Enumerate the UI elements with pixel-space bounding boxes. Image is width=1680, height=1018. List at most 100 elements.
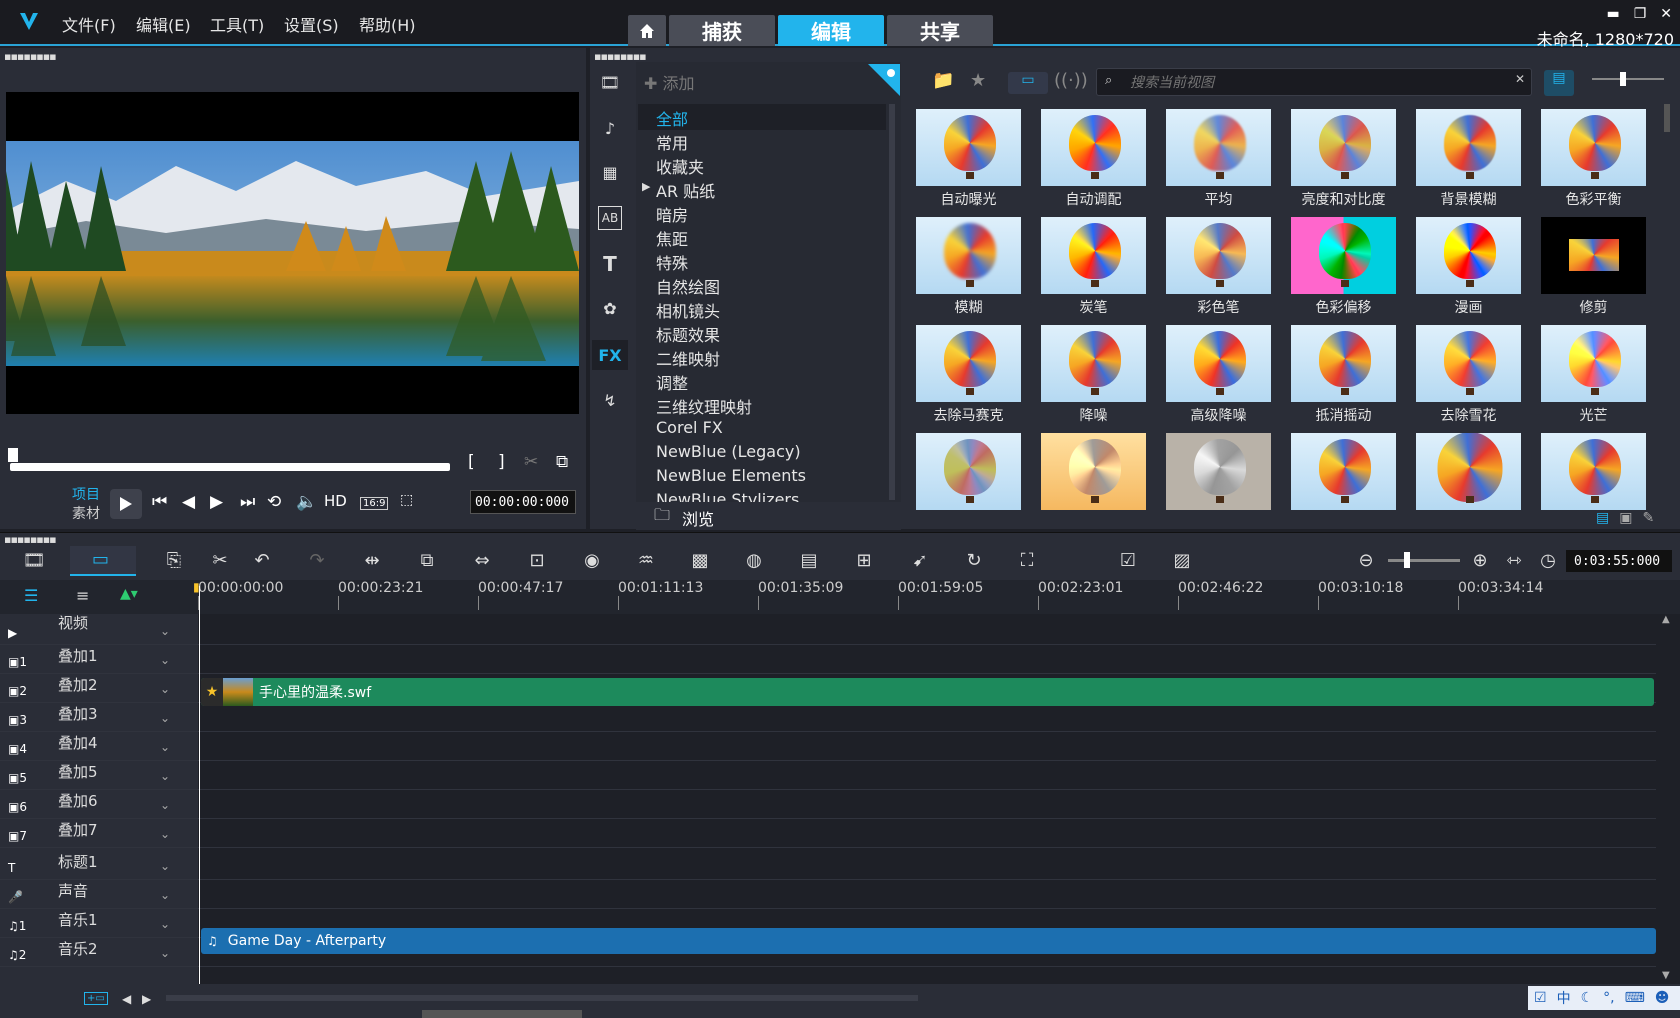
filter-tile[interactable] [1031, 428, 1156, 512]
category-item[interactable]: 自然绘图 [656, 274, 720, 298]
icon-view-icon[interactable]: ▣ [1619, 510, 1632, 526]
pin-icon[interactable] [868, 64, 900, 96]
stop-motion-icon[interactable]: ↻ [962, 550, 986, 571]
track-type-icon[interactable]: ▶ [8, 626, 17, 640]
copy-clip-icon[interactable]: ⎘ [162, 550, 186, 571]
repeat-icon[interactable]: ⟲ [267, 492, 281, 512]
category-scrollbar[interactable] [889, 104, 895, 500]
filter-tile[interactable] [1281, 428, 1406, 512]
grid-scrollbar[interactable] [1664, 104, 1670, 132]
thumbnail-size-slider[interactable] [1592, 78, 1664, 80]
add-track-icon[interactable]: +▭ [84, 992, 108, 1005]
home-tab[interactable] [628, 15, 666, 46]
motion-path-icon[interactable]: ↯ [598, 388, 622, 412]
add-chapter-icon[interactable]: ≡ [76, 586, 89, 605]
audio-clip[interactable]: ♫ Game Day - Afterparty [201, 928, 1656, 954]
undo-icon[interactable]: ↶ [250, 550, 274, 571]
instant-project-icon[interactable]: ♪ [598, 116, 622, 140]
split-clip-icon[interactable]: ⇔ [470, 550, 494, 571]
multi-camera-icon[interactable]: ⊞ [852, 550, 876, 571]
category-item[interactable]: 调整 [656, 370, 688, 394]
clear-search-icon[interactable]: ✕ [1515, 72, 1525, 86]
storyboard-view-icon[interactable]: 🎞 [22, 550, 46, 571]
category-item[interactable]: 特殊 [656, 250, 688, 274]
filter-tile[interactable] [1156, 428, 1281, 512]
track-expand-icon[interactable]: ⌄ [160, 946, 170, 960]
cut-clip-icon[interactable]: ✂ [524, 452, 538, 472]
painting-creator-icon[interactable]: ▨ [1170, 550, 1194, 571]
panel-grip-icon[interactable]: ▪▪▪▪▪▪▪▪ [4, 533, 57, 546]
track-type-icon[interactable]: ▣4 [8, 742, 27, 756]
category-item[interactable]: 暗房 [656, 202, 688, 226]
filter-tile[interactable] [1406, 428, 1531, 512]
ime-keyboard-icon[interactable]: ⌨ [1625, 990, 1645, 1006]
panel-grip-icon[interactable]: ▪▪▪▪▪▪▪▪ [4, 50, 57, 63]
filter-fx-icon[interactable]: FX [592, 340, 628, 370]
zoom-slider-knob[interactable] [1404, 552, 1410, 568]
filter-tile[interactable]: 高级降噪 [1156, 320, 1281, 428]
edit-view-icon[interactable]: ✎ [1642, 510, 1654, 526]
ime-language[interactable]: 中 [1557, 988, 1571, 1008]
clip-mode-label[interactable]: 素材 [72, 503, 100, 523]
track-type-icon[interactable]: ▣3 [8, 713, 27, 727]
playhead-line[interactable] [199, 586, 200, 986]
playhead-marker-icon[interactable]: ▮ [193, 580, 200, 594]
track-expand-icon[interactable]: ⌄ [160, 653, 170, 667]
enable-ripple-icon[interactable]: ▲▾ [120, 586, 138, 602]
track-type-icon[interactable]: ♫2 [8, 948, 26, 962]
track-type-icon[interactable]: ♫1 [8, 919, 26, 933]
track-manager-icon[interactable]: ☰ [24, 586, 38, 605]
thumbnail-size-knob[interactable] [1620, 72, 1626, 86]
category-item[interactable]: NewBlue Elements [656, 466, 806, 485]
auto-music-icon[interactable]: ▩ [688, 550, 712, 571]
zoom-slider[interactable] [1388, 559, 1460, 562]
crop-tool-icon[interactable]: ⬚ [400, 492, 413, 508]
scrub-bar[interactable] [10, 463, 450, 471]
filter-tile[interactable]: 降噪 [1031, 320, 1156, 428]
fit-project-icon[interactable]: ⇿ [1502, 550, 1526, 571]
category-item[interactable]: Corel FX [656, 418, 723, 437]
category-item[interactable]: 二维映射 [656, 346, 720, 370]
record-capture-icon[interactable]: ◉ [580, 550, 604, 571]
audio-mixer-icon[interactable]: ♒ [634, 550, 658, 571]
filter-tile[interactable]: 色彩偏移 [1281, 212, 1406, 320]
subtitle-editor-icon[interactable]: ▤ [797, 550, 821, 571]
track-expand-icon[interactable]: ⌄ [160, 827, 170, 841]
motion-tracking-icon[interactable]: ◍ [742, 550, 766, 571]
ime-user-icon[interactable]: ☻ [1655, 990, 1670, 1006]
browse-button[interactable]: 🗀 浏览 [636, 502, 901, 530]
filter-tile[interactable]: 去除马赛克 [906, 320, 1031, 428]
filter-tile[interactable]: 模糊 [906, 212, 1031, 320]
track-expand-icon[interactable]: ⌄ [160, 769, 170, 783]
smart-package-icon[interactable]: ☑ [1116, 550, 1140, 571]
category-item[interactable]: 焦距 [656, 226, 688, 250]
screen-capture-icon[interactable]: ⛶ [1015, 550, 1039, 571]
video-filter-toggle[interactable]: ▭ [1008, 72, 1048, 94]
horizontal-scroll-thumb[interactable] [422, 1010, 582, 1018]
aspect-ratio-button[interactable]: 16:9 [360, 497, 389, 510]
import-media-icon[interactable]: 📁 [932, 70, 954, 91]
scroll-down-icon[interactable]: ▼ [1662, 970, 1670, 981]
media-library-icon[interactable]: 🎞 [598, 70, 622, 94]
menu-file[interactable]: 文件(F) [62, 12, 116, 36]
track-expand-icon[interactable]: ⌄ [160, 624, 170, 638]
expand-arrow-icon[interactable]: ▶ [642, 180, 650, 193]
filter-tile[interactable]: 自动曝光 [906, 104, 1031, 212]
menu-help[interactable]: 帮助(H) [359, 12, 416, 36]
filter-tile[interactable]: 平均 [1156, 104, 1281, 212]
volume-icon[interactable]: 🔈 [296, 492, 317, 512]
menu-tools[interactable]: 工具(T) [210, 12, 264, 36]
scroll-right-icon[interactable]: ▶ [142, 992, 151, 1006]
tools-icon[interactable]: ✂ [208, 550, 232, 571]
filter-tile[interactable]: 漫画 [1406, 212, 1531, 320]
filter-tile[interactable] [1531, 428, 1656, 512]
filter-tile[interactable] [906, 428, 1031, 512]
transition-icon[interactable]: ▦ [598, 160, 622, 184]
scroll-left-icon[interactable]: ◀ [122, 992, 131, 1006]
track-expand-icon[interactable]: ⌄ [160, 740, 170, 754]
close-icon[interactable]: ✕ [1660, 6, 1672, 22]
redo-icon[interactable]: ↷ [305, 550, 329, 571]
track-type-icon[interactable]: 🎤 [8, 890, 23, 904]
ime-checkbox-icon[interactable]: ☑ [1534, 990, 1547, 1006]
track-expand-icon[interactable]: ⌄ [160, 798, 170, 812]
